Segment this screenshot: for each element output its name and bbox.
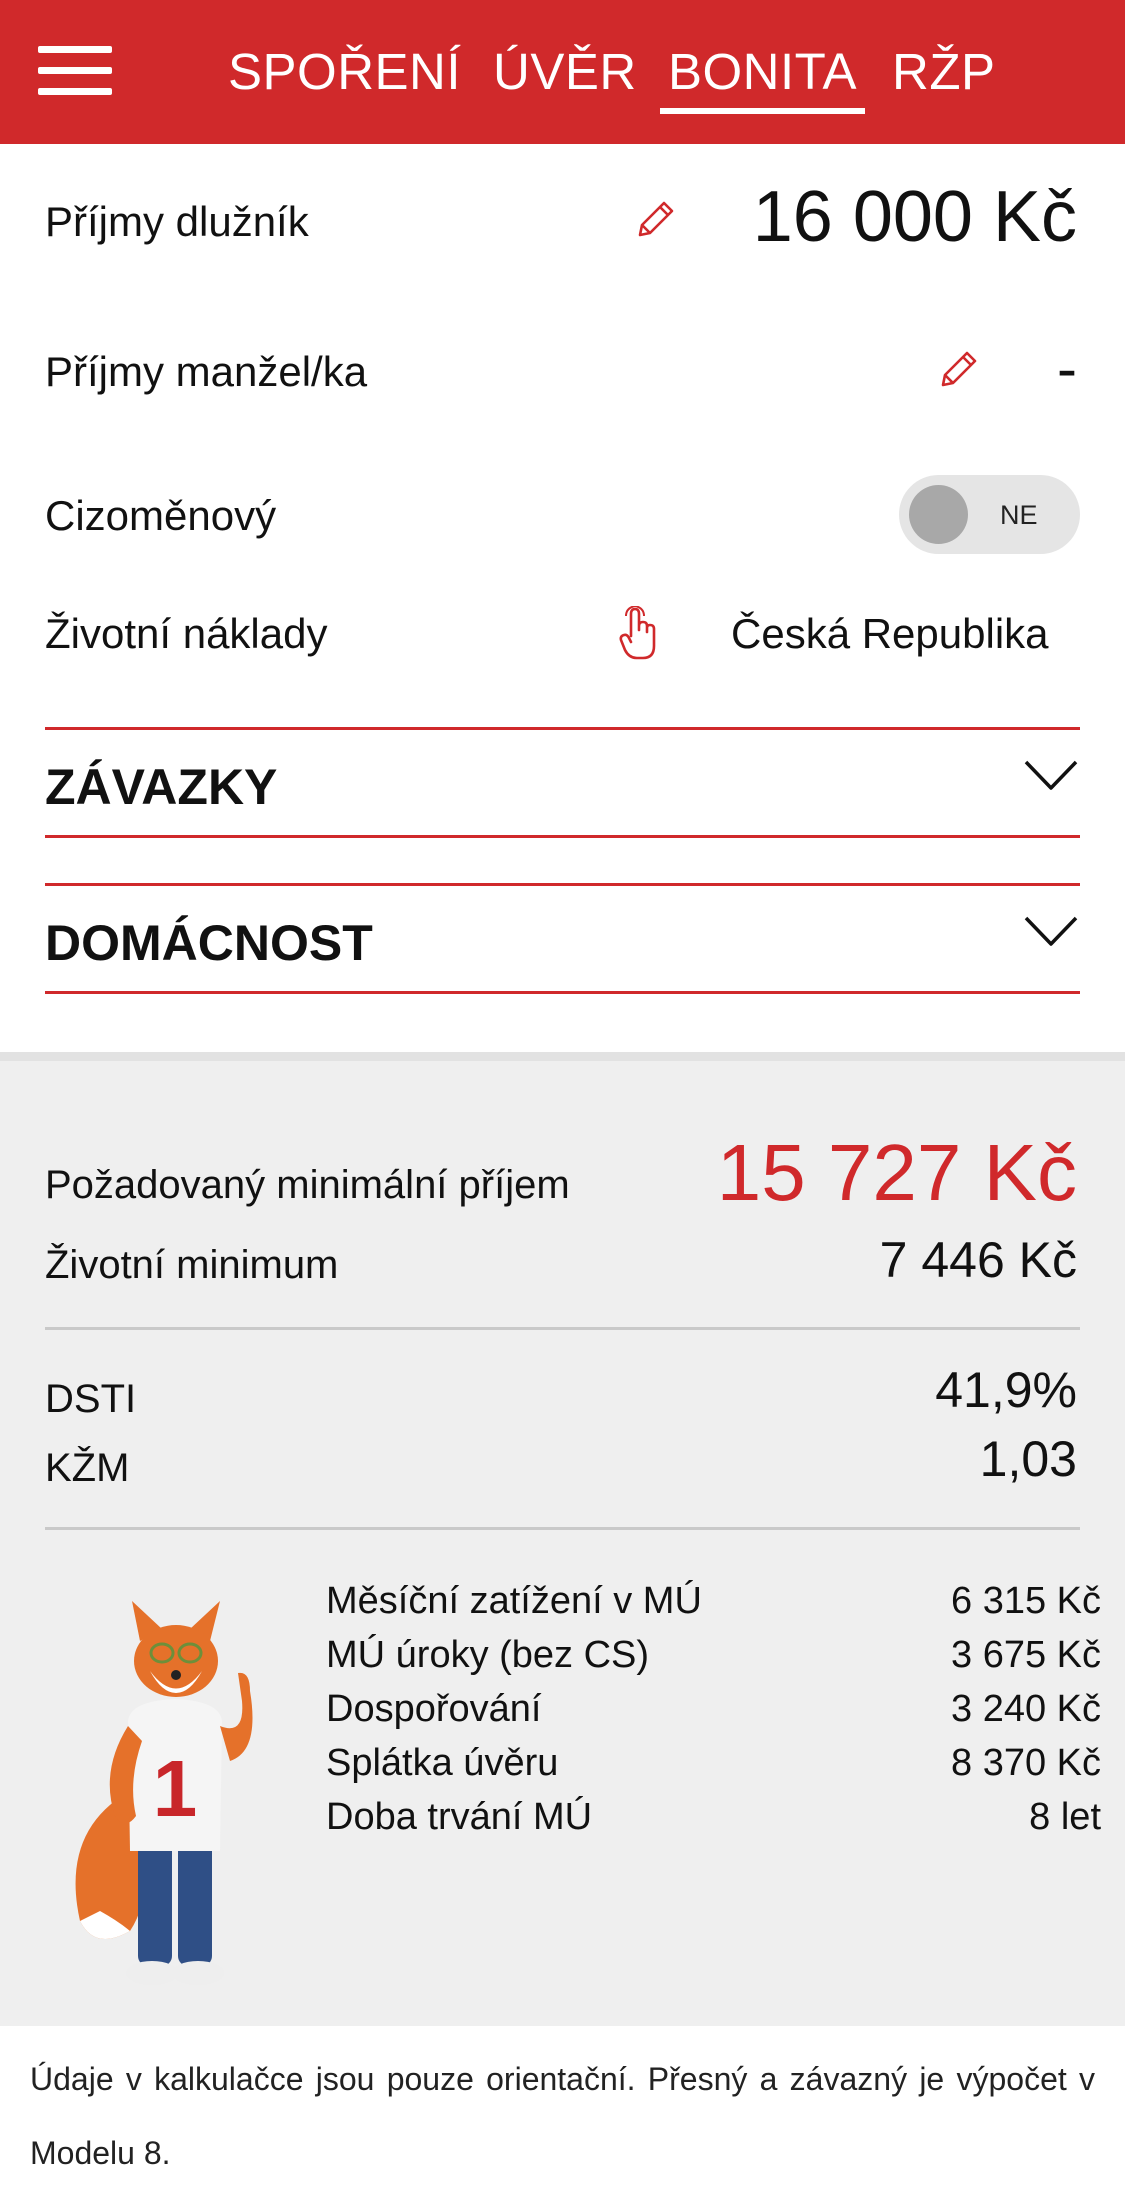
foreign-currency-toggle[interactable]: NE: [899, 475, 1080, 554]
living-costs-value[interactable]: Česká Republika: [731, 610, 1049, 658]
pencil-icon[interactable]: [632, 197, 678, 243]
tab-uver[interactable]: ÚVĚR: [493, 42, 637, 101]
toggle-knob: [909, 485, 968, 544]
detail-label: MÚ úroky (bez CS): [326, 1634, 650, 1676]
section-obligations-title: ZÁVAZKY: [45, 759, 278, 815]
section-household[interactable]: DOMÁCNOST: [45, 883, 1080, 994]
detail-label: Doba trvání MÚ: [326, 1796, 593, 1838]
spouse-income-value[interactable]: -: [1057, 334, 1077, 403]
fox-mascot-image: 1: [75, 1601, 253, 1985]
living-minimum-label: Životní minimum: [45, 1243, 339, 1287]
divider: [45, 1527, 1080, 1530]
required-income-label: Požadovaný minimální příjem: [45, 1163, 570, 1207]
foreign-currency-label: Cizoměnový: [45, 492, 277, 539]
mascot-shirt-badge: 1: [153, 1744, 198, 1833]
detail-label: Dospořování: [326, 1688, 542, 1730]
debtor-income-value[interactable]: 16 000 Kč: [753, 176, 1077, 258]
pencil-icon[interactable]: [935, 347, 981, 393]
detail-value: 3 675 Kč: [951, 1634, 1101, 1676]
debtor-income-label: Příjmy dlužník: [45, 198, 309, 245]
disclaimer-text: Údaje v kalkulačce jsou pouze orientační…: [30, 2061, 1095, 2171]
detail-value: 3 240 Kč: [951, 1688, 1101, 1730]
tab-sporeni[interactable]: SPOŘENÍ: [228, 42, 461, 101]
section-household-title: DOMÁCNOST: [45, 915, 373, 971]
hand-pointer-icon[interactable]: [617, 606, 661, 662]
detail-label: Splátka úvěru: [326, 1742, 559, 1784]
kzm-label: KŽM: [45, 1446, 130, 1490]
detail-value: 8 let: [1029, 1796, 1101, 1838]
living-costs-label: Životní náklady: [45, 610, 328, 657]
living-minimum-value: 7 446 Kč: [879, 1232, 1077, 1288]
required-income-value: 15 727 Kč: [716, 1128, 1077, 1217]
tab-rzp[interactable]: RŽP: [892, 42, 996, 101]
tab-bonita[interactable]: BONITA: [659, 42, 866, 114]
dsti-label: DSTI: [45, 1377, 137, 1421]
detail-label: Měsíční zatížení v MÚ: [326, 1580, 702, 1622]
chevron-down-icon: [1024, 760, 1078, 790]
top-navigation-bar: SPOŘENÍ ÚVĚR BONITA RŽP: [0, 0, 1125, 144]
chevron-down-icon: [1024, 916, 1078, 946]
summary-panel: Požadovaný minimální příjem 15 727 Kč Ži…: [0, 1052, 1125, 2026]
toggle-state-text: NE: [1000, 500, 1038, 530]
detail-value: 6 315 Kč: [951, 1580, 1101, 1622]
spouse-income-label: Příjmy manžel/ka: [45, 348, 368, 395]
section-obligations[interactable]: ZÁVAZKY: [45, 727, 1080, 838]
menu-icon[interactable]: [38, 42, 112, 98]
kzm-value: 1,03: [979, 1431, 1077, 1487]
divider: [45, 1327, 1080, 1330]
detail-value: 8 370 Kč: [951, 1742, 1101, 1784]
dsti-value: 41,9%: [935, 1362, 1077, 1418]
